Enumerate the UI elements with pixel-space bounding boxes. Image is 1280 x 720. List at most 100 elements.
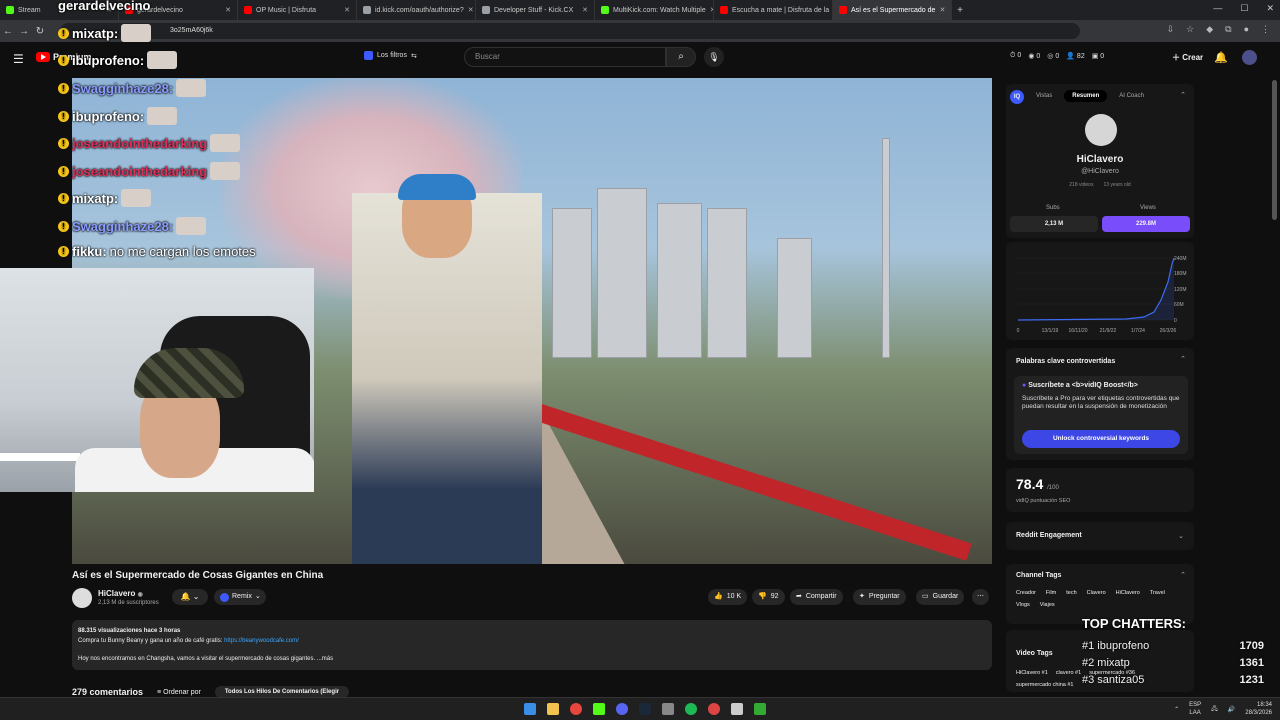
minimize-icon[interactable]: — bbox=[1213, 3, 1222, 14]
vidiq-counter[interactable]: 👤 82 bbox=[1066, 52, 1084, 60]
kw-upsell-box: ● Suscríbete a <b>vidIQ Boost</b> Suscrí… bbox=[1014, 376, 1188, 454]
close-tab-icon[interactable]: ✕ bbox=[582, 6, 588, 14]
chat-username: ibuprofeno: bbox=[72, 108, 145, 124]
vidiq-counter[interactable]: ◎ 0 bbox=[1047, 52, 1059, 60]
bookmark-star-icon[interactable]: ☆ bbox=[1186, 24, 1194, 35]
collapse-chevron-icon[interactable]: ⌃ bbox=[1180, 91, 1186, 99]
kw-upsell-title: ● Suscríbete a <b>vidIQ Boost</b> bbox=[1022, 382, 1180, 389]
browser-tab[interactable]: Escucha a mate | Disfruta de la✕ bbox=[714, 0, 833, 20]
video-tag[interactable]: clavero #1 bbox=[1056, 670, 1081, 676]
tab-ai-coach[interactable]: AI Coach bbox=[1111, 90, 1152, 102]
app-icon[interactable] bbox=[708, 703, 720, 715]
new-tab-button[interactable]: + bbox=[952, 5, 968, 16]
notifications-bell-icon[interactable]: 🔔 bbox=[1214, 51, 1228, 64]
app-icon[interactable] bbox=[731, 703, 743, 715]
search-button[interactable]: ⌕ bbox=[666, 47, 696, 67]
subscribed-bell-button[interactable]: 🔔 ⌄ bbox=[172, 589, 208, 605]
reddit-engagement-card[interactable]: Reddit Engagement ⌄ bbox=[1006, 522, 1194, 550]
account-avatar[interactable] bbox=[1242, 50, 1257, 65]
sort-comments-button[interactable]: ≡ Ordenar por bbox=[157, 689, 201, 696]
chart-x-tick: 0 bbox=[1017, 328, 1020, 334]
channel-tag[interactable]: Viajes bbox=[1040, 602, 1055, 608]
video-description[interactable]: 88.315 visualizaciones hace 3 horas Comp… bbox=[72, 620, 992, 670]
channel-tag[interactable]: Creador bbox=[1016, 590, 1036, 596]
vidiq-filters-button[interactable]: Los filtros ⇆ bbox=[364, 51, 417, 60]
channel-tag[interactable]: Clavero bbox=[1087, 590, 1106, 596]
vidiq-counter[interactable]: ◉ 0 bbox=[1028, 52, 1040, 60]
extension-icon[interactable]: ◆ bbox=[1206, 24, 1213, 35]
voice-search-button[interactable]: 🎙 bbox=[704, 47, 724, 67]
hamburger-menu-icon[interactable]: ☰ bbox=[13, 52, 24, 66]
chrome-icon[interactable] bbox=[570, 703, 582, 715]
network-icon[interactable]: 🖧 bbox=[1211, 704, 1218, 714]
close-window-icon[interactable]: ✕ bbox=[1266, 3, 1274, 14]
dislike-button[interactable]: 👎 92 bbox=[752, 589, 785, 605]
browser-tab[interactable]: Así es el Supermercado de ✕ bbox=[833, 0, 952, 20]
kick-icon[interactable] bbox=[593, 703, 605, 715]
back-icon[interactable]: ← bbox=[0, 26, 16, 37]
browser-tab[interactable]: Developer Stuff - Kick.CX ✕ bbox=[476, 0, 595, 20]
subs-stat[interactable]: 2,13 M bbox=[1010, 216, 1098, 232]
install-icon[interactable]: ⇩ bbox=[1167, 24, 1175, 35]
language-indicator[interactable]: ESP LAA bbox=[1189, 701, 1201, 717]
tab-title: Así es el Supermercado de bbox=[851, 6, 936, 14]
seo-score-max: /100 bbox=[1047, 485, 1059, 491]
share-button[interactable]: ➦ Compartir bbox=[790, 589, 843, 605]
volume-icon[interactable]: 🔊 bbox=[1228, 706, 1235, 713]
editor-icon[interactable] bbox=[662, 703, 674, 715]
video-tag[interactable]: supermercado china #1 bbox=[1016, 682, 1073, 688]
maximize-icon[interactable]: ☐ bbox=[1240, 3, 1248, 14]
remix-button[interactable]: Remix ⌄ bbox=[214, 589, 266, 605]
seo-score-value: 78.4 bbox=[1016, 476, 1044, 492]
collapse-chevron-icon[interactable]: ⌃ bbox=[1180, 355, 1186, 363]
url-field[interactable]: 3o25mA60j6k bbox=[60, 23, 1080, 39]
start-icon[interactable] bbox=[524, 703, 536, 715]
close-tab-icon[interactable]: ✕ bbox=[225, 6, 231, 14]
collapse-chevron-icon[interactable]: ⌃ bbox=[1180, 571, 1186, 579]
app-icon[interactable] bbox=[754, 703, 766, 715]
channel-tag[interactable]: Vlogs bbox=[1016, 602, 1030, 608]
profile-icon[interactable]: ● bbox=[1244, 24, 1249, 35]
browser-tab[interactable]: OP Music | Disfruta ✕ bbox=[238, 0, 357, 20]
create-button[interactable]: ＋ Crear bbox=[1166, 48, 1209, 68]
channel-tag[interactable]: HiClavero bbox=[1116, 590, 1140, 596]
bell-icon: 🔔 bbox=[180, 592, 191, 601]
video-tag[interactable]: HiClavero #1 bbox=[1016, 670, 1048, 676]
save-button[interactable]: ▭ Guardar bbox=[916, 589, 965, 605]
clock[interactable]: 18:34 28/3/2026 bbox=[1245, 701, 1272, 717]
browser-tab[interactable]: MultiKick.com: Watch Multiple✕ bbox=[595, 0, 714, 20]
description-link[interactable]: https://beanywoodcafe.com/ bbox=[224, 638, 299, 644]
vidiq-counter[interactable]: ▣ 0 bbox=[1092, 52, 1104, 60]
tab-vistas[interactable]: Vistas bbox=[1028, 90, 1060, 102]
channel-tag[interactable]: Travel bbox=[1150, 590, 1165, 596]
close-tab-icon[interactable]: ✕ bbox=[344, 6, 350, 14]
vidiq-counter[interactable]: ⏱ 0 bbox=[1010, 52, 1021, 60]
like-button[interactable]: 👍 10 K bbox=[708, 589, 748, 605]
spotify-icon[interactable] bbox=[685, 703, 697, 715]
chart-x-tick: 16/11/20 bbox=[1068, 328, 1087, 334]
tab-title: MultiKick.com: Watch Multiple bbox=[613, 6, 706, 14]
tray-chevron-icon[interactable]: ⌃ bbox=[1174, 706, 1179, 713]
channel-avatar[interactable] bbox=[72, 588, 92, 608]
channel-tag[interactable]: tech bbox=[1066, 590, 1076, 596]
ask-button[interactable]: ✦ Preguntar bbox=[853, 589, 906, 605]
chat-text: no me cargan los emotes bbox=[109, 244, 256, 259]
page-scrollbar[interactable] bbox=[1272, 80, 1277, 220]
discord-icon[interactable] bbox=[616, 703, 628, 715]
close-tab-icon[interactable]: ✕ bbox=[468, 6, 474, 14]
channel-tag[interactable]: Film bbox=[1046, 590, 1056, 596]
file-explorer-icon[interactable] bbox=[547, 703, 559, 715]
views-stat[interactable]: 229.8M bbox=[1102, 216, 1190, 232]
forward-icon[interactable]: → bbox=[16, 26, 32, 37]
puzzle-icon[interactable]: ⧉ bbox=[1225, 24, 1231, 35]
steam-icon[interactable] bbox=[639, 703, 651, 715]
reload-icon[interactable]: ↻ bbox=[32, 26, 48, 37]
browser-tab[interactable]: id.kick.com/oauth/authorize? ✕ bbox=[357, 0, 476, 20]
kebab-menu-icon[interactable]: ⋮ bbox=[1261, 24, 1270, 35]
search-input[interactable]: Buscar bbox=[464, 47, 666, 67]
unlock-keywords-button[interactable]: Unlock controversial keywords bbox=[1022, 430, 1180, 448]
channel-name[interactable]: HiClavero ◉ bbox=[98, 589, 143, 598]
more-actions-button[interactable]: ⋯ bbox=[972, 589, 989, 605]
close-tab-icon[interactable]: ✕ bbox=[939, 6, 945, 14]
tab-resumen[interactable]: Resumen bbox=[1064, 90, 1108, 102]
